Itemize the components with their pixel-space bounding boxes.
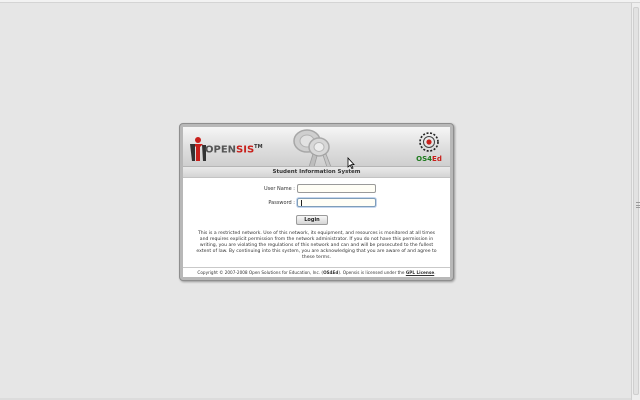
username-label: User Name : [263,186,295,192]
mouse-pointer-icon [347,157,355,169]
username-row: User Name : [201,184,295,194]
password-row: Password : [201,198,295,208]
login-panel: OPENSISTM OS4Ed Student Information Syst… [179,123,454,281]
copyright-footer: Copyright © 2007-2008 Open Solutions for… [183,267,450,277]
keys-icon [293,129,332,166]
footer-prefix: Copyright © 2007-2008 Open Solutions for… [197,270,324,275]
logo-tm: TM [254,144,263,150]
login-button[interactable]: Login [296,215,328,225]
password-label: Password : [268,200,295,206]
logo-prefix: OPEN [205,144,237,156]
restricted-network-notice: This is a restricted network. Use of thi… [196,231,437,260]
footer-brand: OS4Ed [323,270,339,275]
scrollbar-grip-icon [636,202,640,208]
login-panel-body: OPENSISTM OS4Ed Student Information Syst… [183,127,450,277]
browser-top-edge [0,0,640,3]
scrollbar-thumb[interactable] [633,7,640,395]
password-field[interactable] [297,198,376,207]
opensis-wordmark: OPENSISTM [205,144,263,155]
footer-middle: ). Opensis is licensed under the [338,270,406,275]
os4ed-label: OS4Ed [416,155,442,163]
username-field[interactable] [297,184,376,193]
gpl-license-link[interactable]: GPL License [406,270,434,275]
text-caret [301,200,302,206]
login-header: OPENSISTM OS4Ed [183,127,450,167]
footer-suffix: . [434,270,436,275]
logo-suffix: SIS [236,144,255,156]
os4ed-logo-icon: OS4Ed [414,131,444,163]
vertical-scrollbar[interactable] [631,3,640,400]
page-title: Student Information System [183,167,450,178]
